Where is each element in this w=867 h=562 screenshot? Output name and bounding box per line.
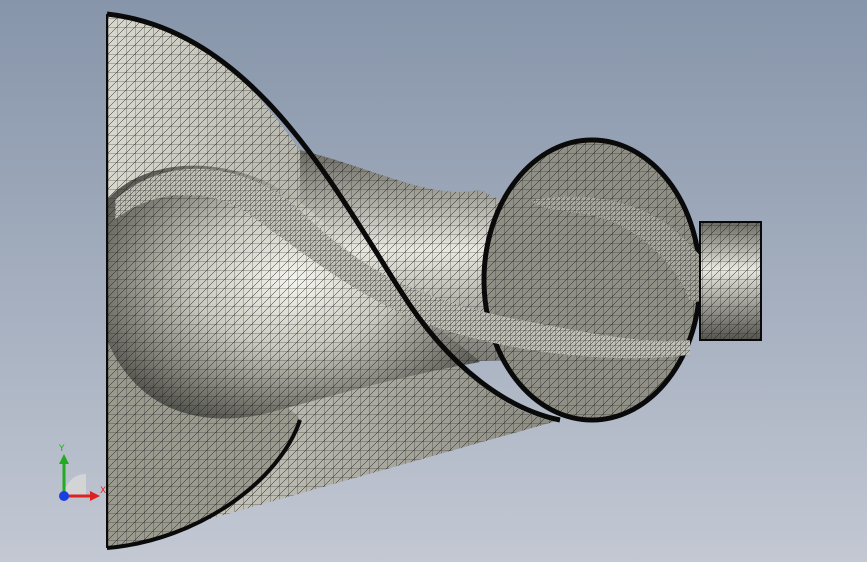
screw-model[interactable] (106, 11, 762, 550)
y-axis-label: Y (58, 444, 65, 454)
coordinate-triad: Y X (58, 444, 106, 501)
graphics-viewport[interactable] (0, 0, 867, 562)
x-axis-label: X (100, 486, 106, 496)
y-axis-arrowhead (59, 454, 69, 464)
z-axis-dot (59, 491, 69, 501)
x-axis-arrowhead (90, 491, 100, 501)
